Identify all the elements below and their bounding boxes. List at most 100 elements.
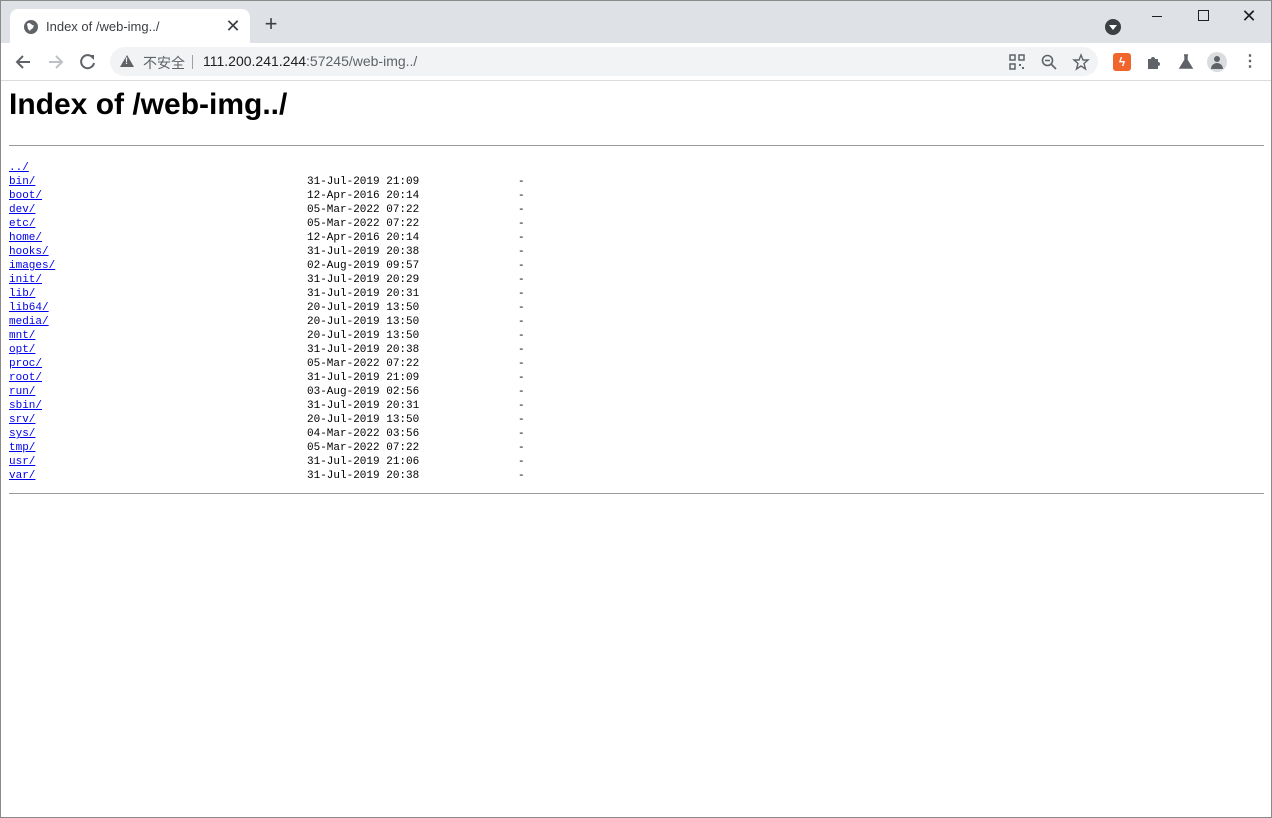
minimize-button[interactable] bbox=[1135, 5, 1179, 29]
menu-icon[interactable]: ⋮ bbox=[1240, 52, 1260, 72]
entry-link[interactable]: boot/ bbox=[9, 189, 42, 203]
entry-link[interactable]: media/ bbox=[9, 315, 49, 329]
entry-date: 03-Aug-2019 02:56 bbox=[307, 386, 420, 398]
list-item: images/02-Aug-2019 09:57 - bbox=[9, 259, 709, 273]
extension-icon[interactable]: ϟ bbox=[1113, 53, 1131, 71]
separator bbox=[192, 55, 193, 69]
list-item: usr/31-Jul-2019 21:06 - bbox=[9, 455, 709, 469]
entry-date: 31-Jul-2019 20:38 bbox=[307, 344, 420, 356]
entry-link[interactable]: opt/ bbox=[9, 343, 35, 357]
entry-size: - bbox=[518, 218, 525, 230]
entry-date: 20-Jul-2019 13:50 bbox=[307, 316, 420, 328]
entry-size: - bbox=[518, 316, 525, 328]
entry-link[interactable]: dev/ bbox=[9, 203, 35, 217]
entry-link[interactable]: mnt/ bbox=[9, 329, 35, 343]
entry-link[interactable]: sbin/ bbox=[9, 399, 42, 413]
warning-icon[interactable] bbox=[120, 55, 134, 67]
toolbar: 不安全 111.200.241.244:57245/web-img../ ϟ ⋮ bbox=[1, 43, 1271, 81]
entry-date: 05-Mar-2022 07:22 bbox=[307, 442, 420, 454]
entry-date: 05-Mar-2022 07:22 bbox=[307, 218, 420, 230]
tab-close-icon[interactable]: ✕ bbox=[224, 17, 242, 35]
tab-title: Index of /web-img../ bbox=[46, 19, 160, 34]
entry-link[interactable]: run/ bbox=[9, 385, 35, 399]
entry-link[interactable]: lib64/ bbox=[9, 301, 49, 315]
page-title: Index of /web-img../ bbox=[9, 88, 288, 121]
entry-size: - bbox=[518, 260, 525, 272]
entry-date: 12-Apr-2016 20:14 bbox=[307, 232, 420, 244]
parent-directory-link[interactable]: ../ bbox=[9, 161, 29, 175]
entry-link[interactable]: root/ bbox=[9, 371, 42, 385]
entry-date: 31-Jul-2019 20:31 bbox=[307, 400, 420, 412]
qr-code-icon[interactable] bbox=[1008, 53, 1026, 71]
close-window-button[interactable]: ✕ bbox=[1227, 5, 1271, 29]
forward-icon[interactable] bbox=[45, 51, 67, 73]
entry-link[interactable]: home/ bbox=[9, 231, 42, 245]
entry-link[interactable]: hooks/ bbox=[9, 245, 49, 259]
entry-link[interactable]: proc/ bbox=[9, 357, 42, 371]
entry-link[interactable]: bin/ bbox=[9, 175, 35, 189]
entry-link[interactable]: sys/ bbox=[9, 427, 35, 441]
browser-window: Index of /web-img../ ✕ + ✕ 不安全 111.200.2… bbox=[0, 0, 1272, 818]
entry-size: - bbox=[518, 288, 525, 300]
entry-size: - bbox=[518, 456, 525, 468]
star-icon[interactable] bbox=[1072, 53, 1090, 71]
entry-size: - bbox=[518, 400, 525, 412]
reload-icon[interactable] bbox=[77, 51, 99, 73]
entry-size: - bbox=[518, 470, 525, 482]
entry-date: 04-Mar-2022 03:56 bbox=[307, 428, 420, 440]
list-item: mnt/20-Jul-2019 13:50 - bbox=[9, 329, 709, 343]
list-item: root/31-Jul-2019 21:09 - bbox=[9, 371, 709, 385]
list-item: init/31-Jul-2019 20:29 - bbox=[9, 273, 709, 287]
entry-link[interactable]: init/ bbox=[9, 273, 42, 287]
maximize-button[interactable] bbox=[1181, 5, 1225, 29]
labs-icon[interactable] bbox=[1177, 53, 1195, 71]
entry-size: - bbox=[518, 204, 525, 216]
list-item: var/31-Jul-2019 20:38 - bbox=[9, 469, 709, 483]
url-text[interactable]: 111.200.241.244:57245/web-img../ bbox=[203, 53, 417, 69]
entry-date: 12-Apr-2016 20:14 bbox=[307, 190, 420, 202]
list-item: sbin/31-Jul-2019 20:31 - bbox=[9, 399, 709, 413]
address-bar[interactable]: 不安全 111.200.241.244:57245/web-img../ bbox=[110, 47, 1098, 76]
entry-size: - bbox=[518, 190, 525, 202]
list-item: srv/20-Jul-2019 13:50 - bbox=[9, 413, 709, 427]
entry-link[interactable]: lib/ bbox=[9, 287, 35, 301]
puzzle-icon[interactable] bbox=[1145, 53, 1163, 71]
back-icon[interactable] bbox=[12, 51, 34, 73]
entry-size: - bbox=[518, 246, 525, 258]
list-item: lib/31-Jul-2019 20:31 - bbox=[9, 287, 709, 301]
list-item: media/20-Jul-2019 13:50 - bbox=[9, 315, 709, 329]
entry-link[interactable]: var/ bbox=[9, 469, 35, 483]
list-item: sys/04-Mar-2022 03:56 - bbox=[9, 427, 709, 441]
entry-date: 02-Aug-2019 09:57 bbox=[307, 260, 420, 272]
profile-icon[interactable] bbox=[1207, 52, 1227, 72]
entry-size: - bbox=[518, 442, 525, 454]
minimize-icon bbox=[1152, 16, 1162, 17]
entry-link[interactable]: usr/ bbox=[9, 455, 35, 469]
entry-link[interactable]: images/ bbox=[9, 259, 55, 273]
entry-link[interactable]: tmp/ bbox=[9, 441, 35, 455]
list-item: run/03-Aug-2019 02:56 - bbox=[9, 385, 709, 399]
entry-link[interactable]: srv/ bbox=[9, 413, 35, 427]
list-item: proc/05-Mar-2022 07:22 - bbox=[9, 357, 709, 371]
list-item: dev/05-Mar-2022 07:22 - bbox=[9, 203, 709, 217]
new-tab-button[interactable]: + bbox=[260, 13, 282, 36]
zoom-out-icon[interactable] bbox=[1040, 53, 1058, 71]
entry-date: 31-Jul-2019 20:38 bbox=[307, 470, 420, 482]
entries: bin/31-Jul-2019 21:09- boot/12-Apr-2016 2… bbox=[9, 175, 709, 483]
entry-size: - bbox=[518, 386, 525, 398]
entry-date: 20-Jul-2019 13:50 bbox=[307, 414, 420, 426]
entry-size: - bbox=[518, 302, 525, 314]
entry-date: 20-Jul-2019 13:50 bbox=[307, 302, 420, 314]
list-item: opt/31-Jul-2019 20:38 - bbox=[9, 343, 709, 357]
entry-size: - bbox=[518, 358, 525, 370]
entry-date: 20-Jul-2019 13:50 bbox=[307, 330, 420, 342]
tab-search-icon[interactable] bbox=[1105, 19, 1121, 35]
entry-link[interactable]: etc/ bbox=[9, 217, 35, 231]
entry-date: 05-Mar-2022 07:22 bbox=[307, 358, 420, 370]
insecure-label[interactable]: 不安全 bbox=[143, 53, 185, 73]
globe-icon bbox=[24, 20, 38, 34]
entry-size: - bbox=[518, 428, 525, 440]
active-tab[interactable]: Index of /web-img../ ✕ bbox=[10, 9, 250, 43]
entry-size: - bbox=[518, 176, 525, 188]
list-item: tmp/05-Mar-2022 07:22 - bbox=[9, 441, 709, 455]
